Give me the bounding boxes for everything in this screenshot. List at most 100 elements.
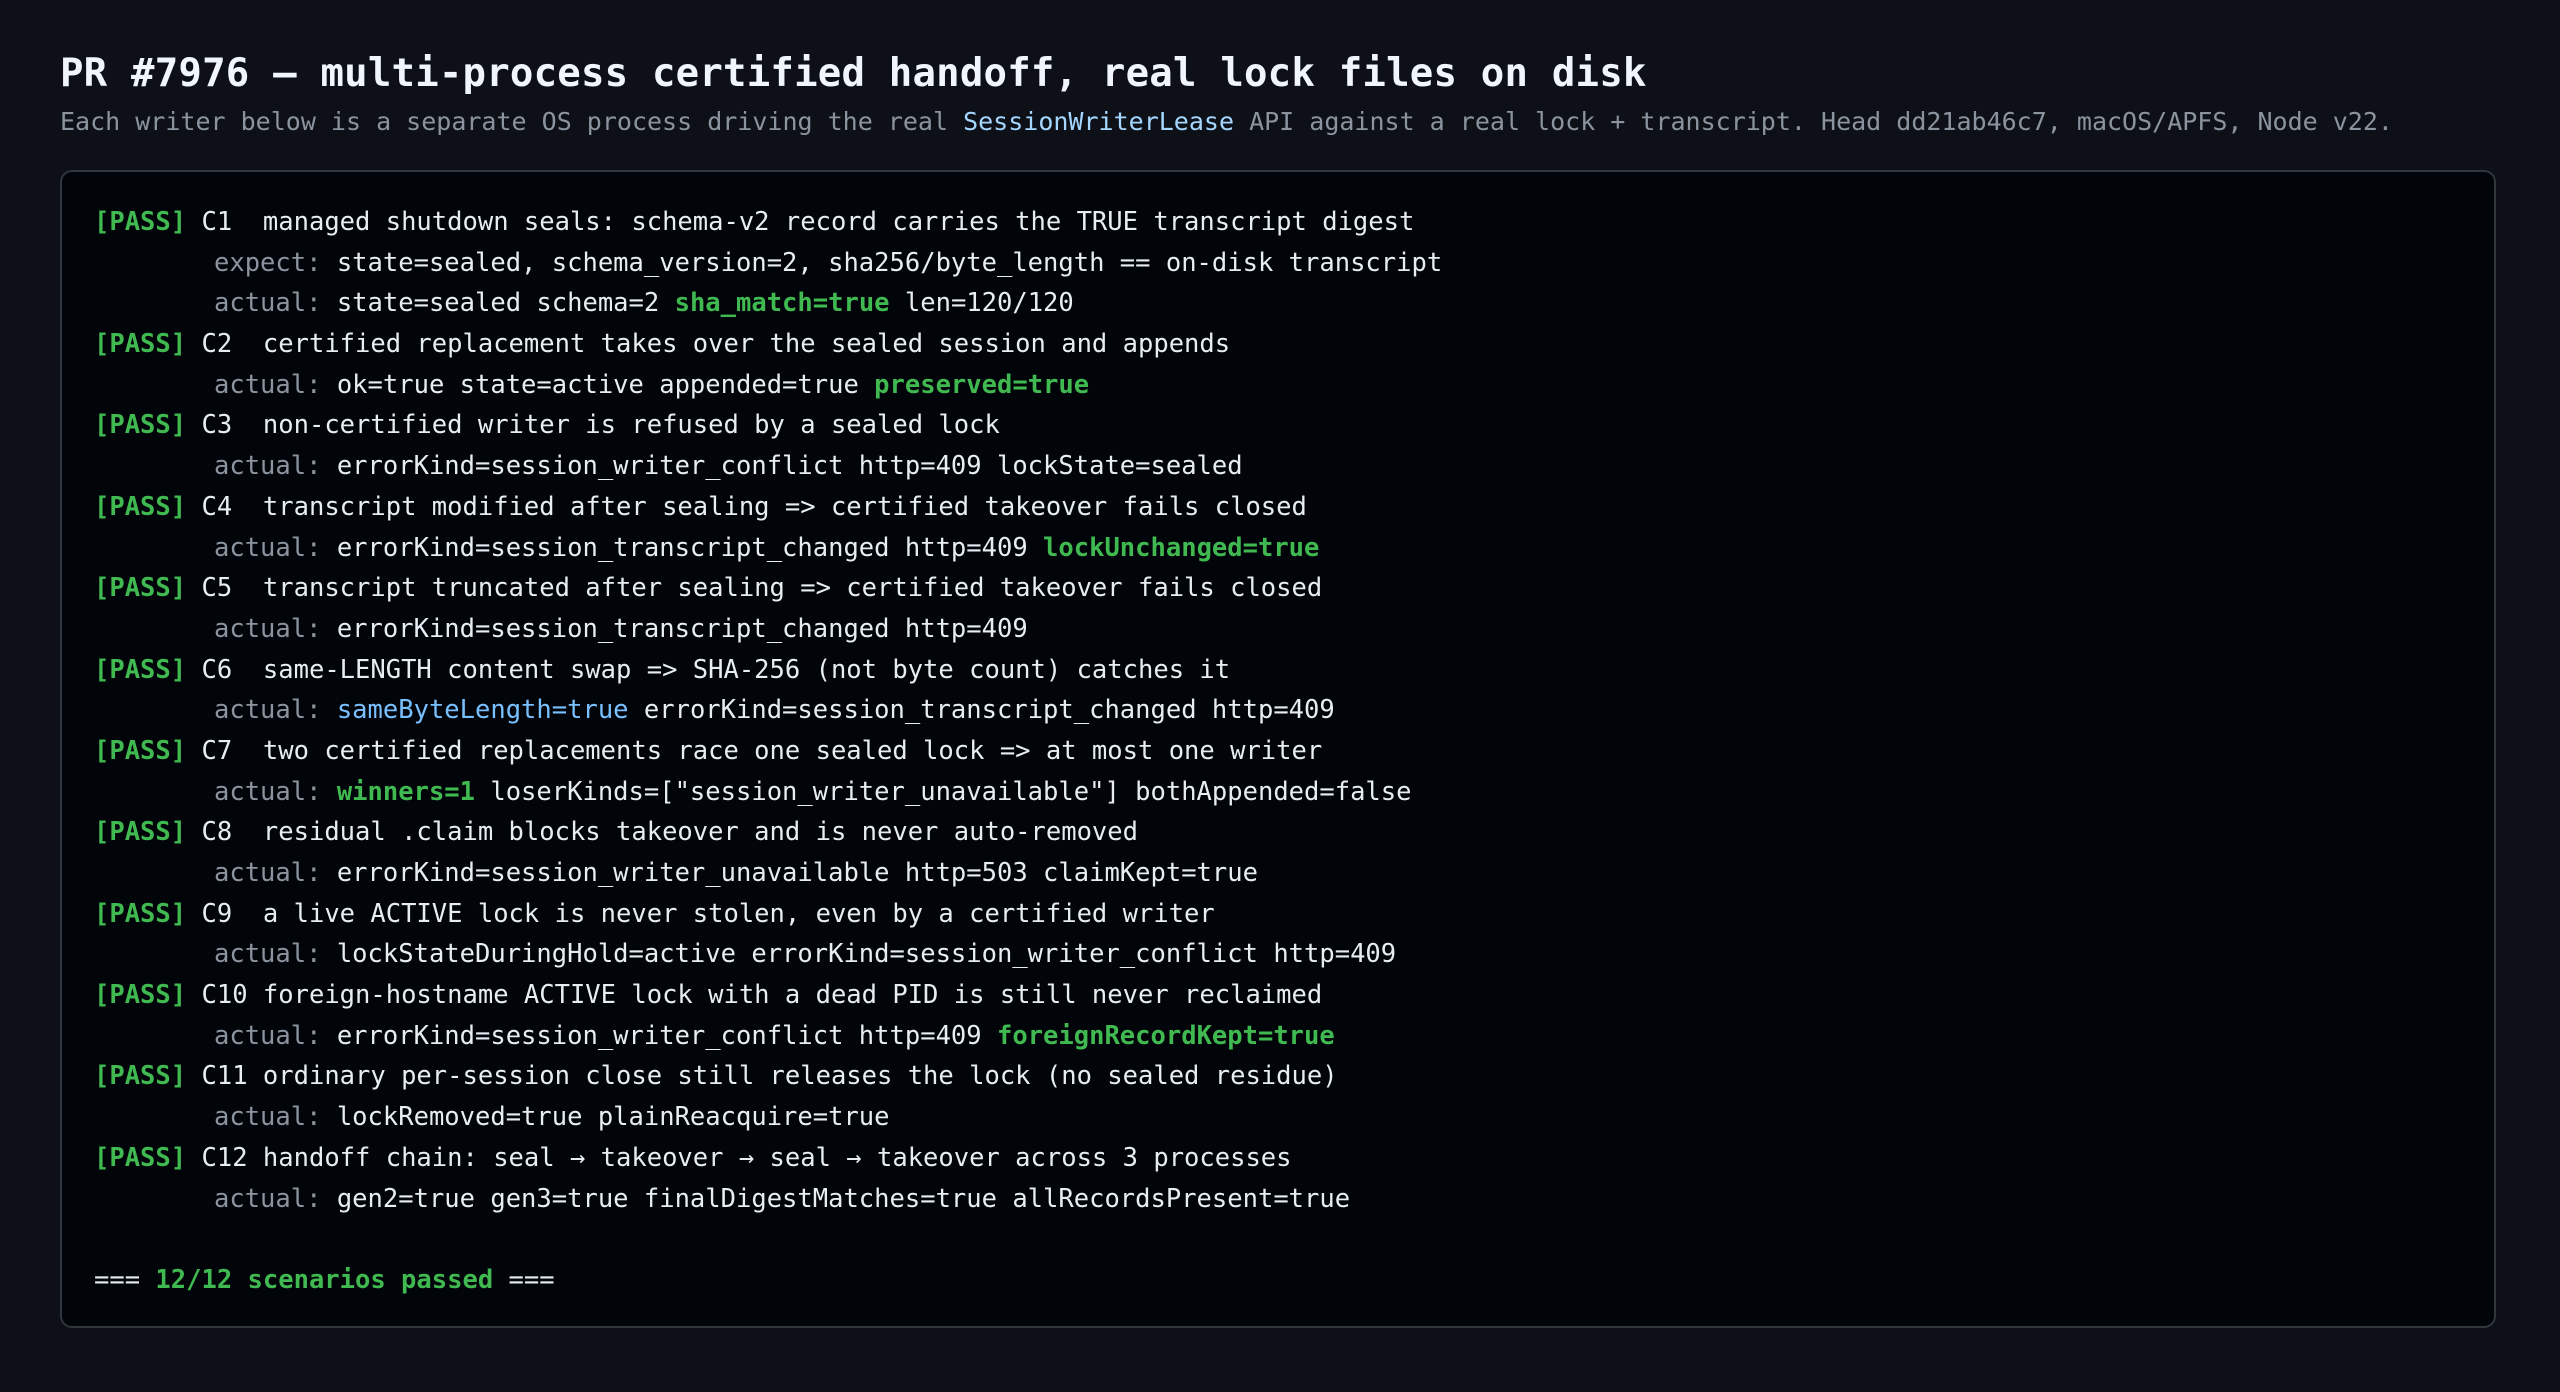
summary-prefix: === (94, 1264, 156, 1295)
scenario-id: C4 (201, 491, 248, 522)
summary-count: 12/12 scenarios passed (155, 1264, 494, 1295)
pass-tag: [PASS] (94, 410, 187, 441)
scenario-desc: non-certified writer is refused by a sea… (262, 410, 1000, 441)
expect-label: expect: (214, 247, 322, 278)
actual-text: errorKind=session_writer_conflict http=4… (336, 1020, 997, 1051)
scenario-desc: two certified replacements race one seal… (262, 735, 1323, 766)
scenario-line-c7: [PASS] C7 two certified replacements rac… (94, 731, 2462, 772)
scenario-id: C1 (201, 207, 248, 237)
actual-text: lockStateDuringHold=active errorKind=ses… (336, 939, 1397, 970)
scenario-id: C6 (201, 654, 248, 685)
actual-line-c2: actual: ok=true state=active appended=tr… (94, 365, 2462, 406)
actual-line-c7: actual: winners=1 loserKinds=["session_w… (94, 772, 2462, 813)
scenario-desc: handoff chain: seal → takeover → seal → … (262, 1142, 1292, 1173)
report-page: PR #7976 — multi-process certified hando… (60, 48, 2500, 1328)
pass-tag: [PASS] (94, 1061, 187, 1092)
pass-tag: [PASS] (94, 735, 187, 766)
scenario-desc: managed shutdown seals: schema-v2 record… (262, 207, 1415, 237)
scenario-line-c4: [PASS] C4 transcript modified after seal… (94, 487, 2462, 528)
scenario-desc: same-LENGTH content swap => SHA-256 (not… (262, 654, 1231, 685)
scenario-line-c3: [PASS] C3 non-certified writer is refuse… (94, 405, 2462, 446)
scenario-line-c8: [PASS] C8 residual .claim blocks takeove… (94, 812, 2462, 853)
subtitle-text-start: Each writer below is a separate OS proce… (60, 107, 964, 136)
scenario-desc: residual .claim blocks takeover and is n… (262, 817, 1138, 848)
scenario-desc: ordinary per-session close still release… (262, 1061, 1338, 1092)
actual-highlight: preserved=true (874, 369, 1090, 400)
scenario-id: C9 (201, 898, 248, 929)
pass-tag: [PASS] (94, 654, 187, 685)
scenario-desc: certified replacement takes over the sea… (262, 329, 1231, 360)
actual-label: actual: (214, 858, 322, 888)
scenario-desc: a live ACTIVE lock is never stolen, even… (262, 898, 1215, 929)
actual-label: actual: (214, 613, 322, 644)
actual-label: actual: (214, 1020, 322, 1051)
pass-tag: [PASS] (94, 573, 187, 604)
scenario-line-c5: [PASS] C5 transcript truncated after sea… (94, 568, 2462, 609)
actual-label: actual: (214, 1102, 322, 1133)
scenario-id: C8 (201, 817, 248, 848)
summary-suffix: === (493, 1264, 555, 1295)
scenario-line-c10: [PASS] C10 foreign-hostname ACTIVE lock … (94, 975, 2462, 1016)
pass-tag: [PASS] (94, 207, 187, 237)
actual-text: state=sealed schema=2 (336, 288, 675, 319)
pass-tag: [PASS] (94, 980, 187, 1011)
scenario-id: C11 (201, 1061, 248, 1092)
actual-highlight: winners=1 (336, 776, 475, 807)
actual-line-c4: actual: errorKind=session_transcript_cha… (94, 528, 2462, 569)
actual-text-end: len=120/120 (889, 288, 1074, 319)
actual-highlight-blue: sameByteLength=true (336, 695, 629, 726)
actual-label: actual: (214, 1183, 322, 1214)
scenario-line-c2: [PASS] C2 certified replacement takes ov… (94, 324, 2462, 365)
actual-highlight: sha_match=true (674, 288, 890, 319)
actual-label: actual: (214, 939, 322, 970)
pass-tag: [PASS] (94, 1142, 187, 1173)
actual-line-c8: actual: errorKind=session_writer_unavail… (94, 853, 2462, 894)
subtitle-api-name: SessionWriterLease (963, 107, 1235, 136)
scenario-desc: foreign-hostname ACTIVE lock with a dead… (262, 980, 1323, 1011)
actual-line-c10: actual: errorKind=session_writer_conflic… (94, 1016, 2462, 1057)
actual-highlight: foreignRecordKept=true (996, 1020, 1335, 1051)
scenario-id: C10 (201, 980, 248, 1011)
terminal-output[interactable]: [PASS] C1 managed shutdown seals: schema… (60, 170, 2496, 1328)
actual-label: actual: (214, 532, 322, 563)
actual-text-end: errorKind=session_transcript_changed htt… (628, 695, 1335, 726)
expect-text: state=sealed, schema_version=2, sha256/b… (336, 247, 1443, 278)
actual-text-end: loserKinds=["session_writer_unavailable"… (475, 776, 1412, 807)
scenario-line-c9: [PASS] C9 a live ACTIVE lock is never st… (94, 894, 2462, 935)
actual-text: errorKind=session_writer_unavailable htt… (336, 858, 1258, 888)
scenario-line-c6: [PASS] C6 same-LENGTH content swap => SH… (94, 650, 2462, 691)
pass-tag: [PASS] (94, 817, 187, 848)
scenario-id: C7 (201, 735, 248, 766)
scenario-id: C5 (201, 573, 248, 604)
actual-text: lockRemoved=true plainReacquire=true (336, 1102, 890, 1133)
actual-line-c12: actual: gen2=true gen3=true finalDigestM… (94, 1179, 2462, 1220)
actual-text: errorKind=session_writer_conflict http=4… (336, 451, 1243, 482)
actual-label: actual: (214, 369, 322, 400)
scenario-desc: transcript modified after sealing => cer… (262, 491, 1307, 522)
actual-line-c3: actual: errorKind=session_writer_conflic… (94, 446, 2462, 487)
actual-text: errorKind=session_transcript_changed htt… (336, 613, 1028, 644)
actual-text: gen2=true gen3=true finalDigestMatches=t… (336, 1183, 1351, 1214)
actual-label: actual: (214, 451, 322, 482)
scenario-line-c11: [PASS] C11 ordinary per-session close st… (94, 1056, 2462, 1097)
summary-line: === 12/12 scenarios passed === (94, 1260, 2462, 1301)
actual-highlight: lockUnchanged=true (1043, 532, 1320, 563)
scenario-line-c1: [PASS] C1 managed shutdown seals: schema… (94, 202, 2462, 243)
pass-tag: [PASS] (94, 329, 187, 360)
expect-line-c1: expect: state=sealed, schema_version=2, … (94, 243, 2462, 284)
actual-text: errorKind=session_transcript_changed htt… (336, 532, 1044, 563)
actual-line-c6: actual: sameByteLength=true errorKind=se… (94, 690, 2462, 731)
scenario-line-c12: [PASS] C12 handoff chain: seal → takeove… (94, 1138, 2462, 1179)
scenario-desc: transcript truncated after sealing => ce… (262, 573, 1323, 604)
scenario-id: C12 (201, 1142, 248, 1173)
scenario-id: C2 (201, 329, 248, 360)
subtitle-text-end: API against a real lock + transcript. He… (1234, 107, 2393, 136)
actual-label: actual: (214, 776, 322, 807)
page-subtitle: Each writer below is a separate OS proce… (60, 104, 2500, 140)
actual-text: ok=true state=active appended=true (336, 369, 875, 400)
actual-line-c1: actual: state=sealed schema=2 sha_match=… (94, 283, 2462, 324)
actual-line-c5: actual: errorKind=session_transcript_cha… (94, 609, 2462, 650)
scenario-id: C3 (201, 410, 248, 441)
actual-label: actual: (214, 288, 322, 319)
